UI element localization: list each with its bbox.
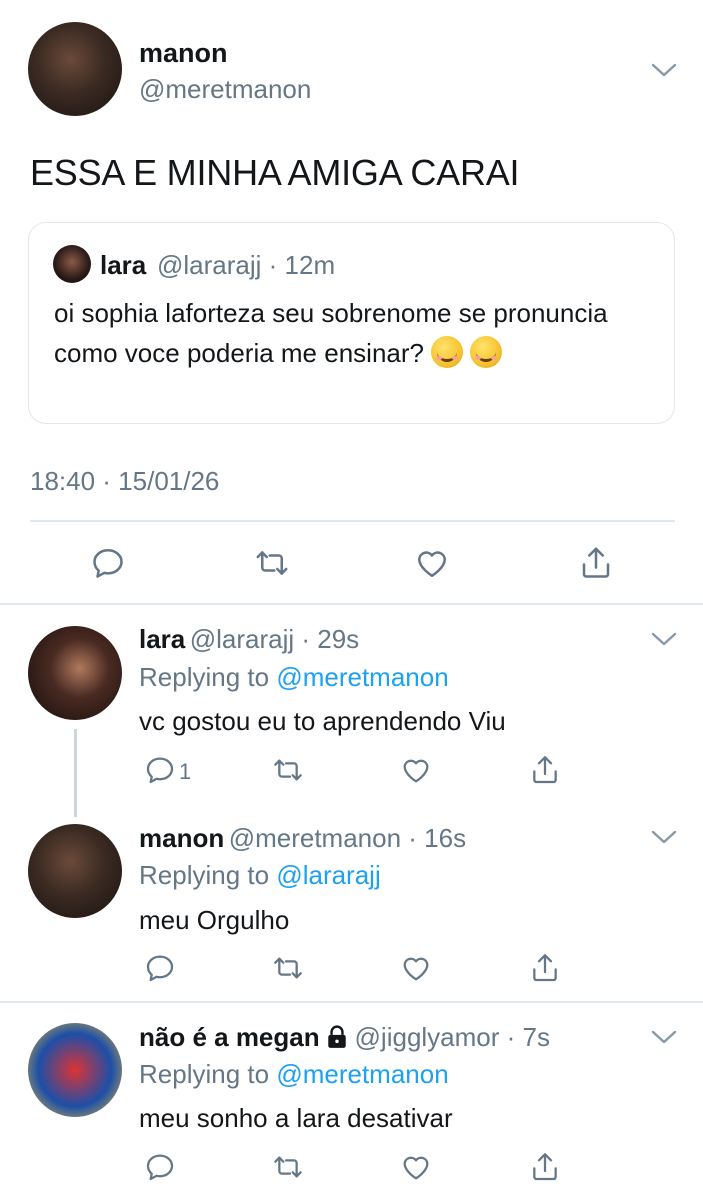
reply-text: meu Orgulho [139,905,290,935]
reply-header: manon @meretmanon · 16s [139,823,466,854]
share-button[interactable] [576,543,616,583]
tweet-timestamp[interactable]: 18:40 · 15/01/26 [30,466,219,497]
author-handle[interactable]: @meretmanon [139,74,311,105]
retweet-button[interactable] [268,750,308,790]
retweet-icon [256,551,288,575]
replying-to: Replying to @meretmanon [139,662,449,693]
reply-icon [93,548,123,578]
replying-to: Replying to @meretmanon [139,1059,449,1090]
replying-to: Replying to @lararajj [139,860,381,891]
section-divider [0,1001,703,1003]
quoted-avatar [53,245,91,283]
reply-text: meu sonho a lara desativar [139,1103,453,1133]
avatar-megan[interactable] [28,1023,122,1117]
like-icon [403,1156,429,1180]
retweet-button[interactable] [268,948,308,988]
like-button[interactable] [412,543,452,583]
reply-header: lara @lararajj · 29s [139,624,359,655]
like-button[interactable] [396,948,436,988]
retweet-icon [274,957,302,979]
divider [30,520,675,522]
chevron-down-icon[interactable] [651,829,677,845]
author-name[interactable]: manon [139,823,224,853]
retweet-icon [274,1156,302,1178]
reply-count: 1 [179,759,192,784]
like-icon [403,759,429,783]
like-icon [403,957,429,981]
reply-icon [146,955,174,982]
author-name[interactable]: lara [139,624,185,654]
reply-button[interactable] [140,948,180,988]
reply-header: não é a megan @jigglyamor · 7s [139,1022,550,1053]
lock-icon [328,1025,346,1048]
smiling-face-emoji [470,336,503,368]
share-button[interactable] [525,750,565,790]
share-button[interactable] [525,1147,565,1187]
like-button[interactable] [396,750,436,790]
author-handle-time[interactable]: @jigglyamor · 7s [355,1022,550,1052]
chevron-down-icon[interactable] [651,631,677,647]
chevron-down-icon[interactable] [651,1029,677,1045]
tweet-text: ESSA E MINHA AMIGA CARAI [30,152,520,193]
share-icon [533,954,557,982]
retweet-icon [274,759,302,781]
quoted-text-body: oi sophia laforteza seu sobrenome se pro… [54,298,608,368]
replying-to-prefix: Replying to [139,662,277,692]
replying-to-prefix: Replying to [139,1059,277,1089]
avatar-manon[interactable] [28,824,122,918]
reply-button[interactable] [140,1147,180,1187]
avatar-lara[interactable] [28,626,122,720]
reply-button[interactable] [88,543,128,583]
quoted-author-name: lara [100,250,147,280]
share-button[interactable] [525,948,565,988]
like-icon [417,551,447,578]
smiling-face-emoji [431,336,464,368]
reply-icon [146,1154,174,1181]
author-name[interactable]: manon [139,38,228,69]
share-icon [582,547,610,578]
mention-link[interactable]: @lararajj [276,860,380,890]
avatar-manon[interactable] [28,22,122,116]
quoted-tweet-text: oi sophia laforteza seu sobrenome se pro… [54,293,654,373]
retweet-button[interactable] [252,543,292,583]
reply-text: vc gostou eu to aprendendo Viu [139,706,506,736]
replying-to-prefix: Replying to [139,860,277,890]
share-icon [533,756,557,784]
mention-link[interactable]: @meretmanon [276,1059,448,1089]
section-divider [0,603,703,605]
retweet-button[interactable] [268,1147,308,1187]
author-handle-time[interactable]: @meretmanon · 16s [229,823,466,853]
reply-button[interactable] [140,750,180,790]
share-icon [533,1153,557,1181]
author-handle-time[interactable]: @lararajj · 29s [190,624,359,654]
author-name[interactable]: não é a megan [139,1022,320,1052]
quoted-author-handle-time: @lararajj · 12m [157,250,336,280]
chevron-down-icon[interactable] [651,62,677,78]
thread-connector [74,729,77,817]
mention-link[interactable]: @meretmanon [276,662,448,692]
reply-icon [146,757,174,784]
like-button[interactable] [396,1147,436,1187]
